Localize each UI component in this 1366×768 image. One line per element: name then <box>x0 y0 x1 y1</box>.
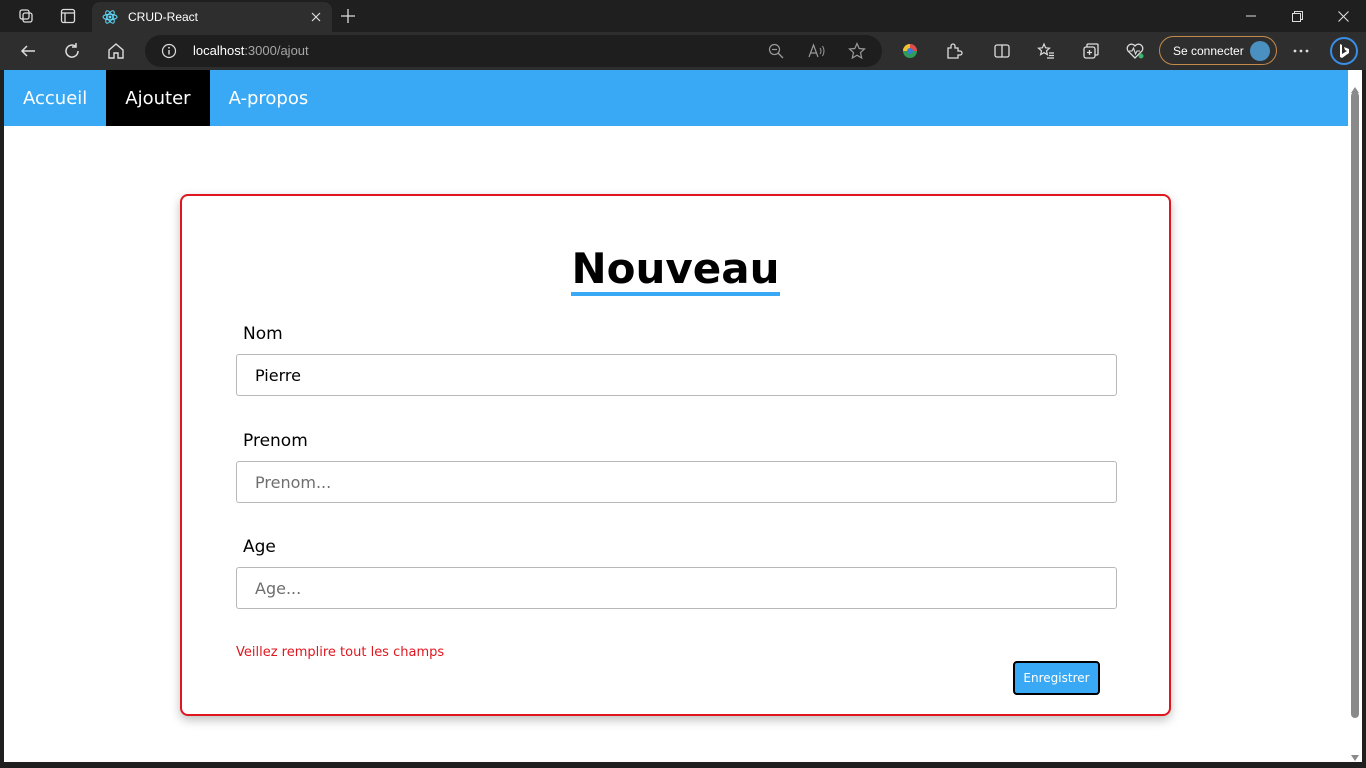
minimize-icon[interactable] <box>1228 0 1274 32</box>
url-path: :3000/ajout <box>244 43 309 58</box>
prenom-input[interactable] <box>236 461 1117 503</box>
window-bottom-edge <box>0 762 1366 768</box>
nom-input[interactable] <box>236 354 1117 396</box>
url-text[interactable]: localhost:3000/ajout <box>193 43 309 58</box>
address-bar[interactable]: localhost:3000/ajout <box>145 35 882 67</box>
validation-error-message: Veillez remplire tout les champs <box>236 645 445 660</box>
form-title-wrapper: Nouveau <box>182 246 1169 296</box>
age-input[interactable] <box>236 567 1117 609</box>
nav-link-a-propos[interactable]: A-propos <box>210 70 328 126</box>
home-icon[interactable] <box>104 39 128 63</box>
scrollbar-thumb[interactable] <box>1351 92 1359 718</box>
site-info-icon[interactable] <box>161 43 177 59</box>
save-button[interactable]: Enregistrer <box>1013 661 1100 695</box>
browser-toolbar: localhost:3000/ajout Se connecter <box>0 32 1366 70</box>
workspaces-icon[interactable] <box>16 6 36 26</box>
scroll-down-arrow-icon[interactable] <box>1351 746 1359 761</box>
close-window-icon[interactable] <box>1320 0 1366 32</box>
nom-label: Nom <box>243 324 283 344</box>
page-viewport: Accueil Ajouter A-propos Nouveau Nom Pre… <box>4 70 1348 762</box>
copilot-icon[interactable] <box>1329 36 1359 66</box>
collections-icon[interactable] <box>1080 40 1102 62</box>
extension-colorful-icon[interactable] <box>899 40 921 62</box>
page-scrollbar[interactable] <box>1348 70 1362 762</box>
favorites-icon[interactable] <box>1035 40 1057 62</box>
zoom-out-icon[interactable] <box>767 42 785 60</box>
browser-tab[interactable]: CRUD-React <box>92 2 332 32</box>
tab-actions-icon[interactable] <box>58 6 78 26</box>
browser-titlebar: CRUD-React <box>0 0 1366 32</box>
prenom-label: Prenom <box>243 431 308 451</box>
sign-in-button[interactable]: Se connecter <box>1159 36 1277 65</box>
sign-in-label: Se connecter <box>1173 43 1244 58</box>
tab-title: CRUD-React <box>128 10 199 24</box>
extensions-icon[interactable] <box>943 40 965 62</box>
back-icon[interactable] <box>16 39 40 63</box>
url-host: localhost <box>193 43 245 58</box>
add-form-card: Nouveau Nom Prenom Age Veillez remplire … <box>180 194 1171 716</box>
close-tab-icon[interactable] <box>306 7 326 27</box>
scroll-up-arrow-icon[interactable] <box>1351 78 1359 93</box>
app-navbar: Accueil Ajouter A-propos <box>4 70 1348 126</box>
split-screen-icon[interactable] <box>991 40 1013 62</box>
more-options-icon[interactable] <box>1290 40 1312 62</box>
favorite-star-icon[interactable] <box>848 42 866 60</box>
new-tab-icon[interactable] <box>338 6 358 26</box>
refresh-icon[interactable] <box>60 39 84 63</box>
read-aloud-icon[interactable] <box>808 42 826 60</box>
nav-link-ajouter[interactable]: Ajouter <box>106 70 210 126</box>
profile-avatar <box>1250 40 1270 61</box>
restore-icon[interactable] <box>1274 0 1320 32</box>
browser-essentials-icon[interactable] <box>1124 40 1146 62</box>
nav-link-accueil[interactable]: Accueil <box>4 70 106 126</box>
form-title: Nouveau <box>571 246 780 296</box>
react-logo-icon <box>102 9 118 25</box>
age-label: Age <box>243 537 276 557</box>
